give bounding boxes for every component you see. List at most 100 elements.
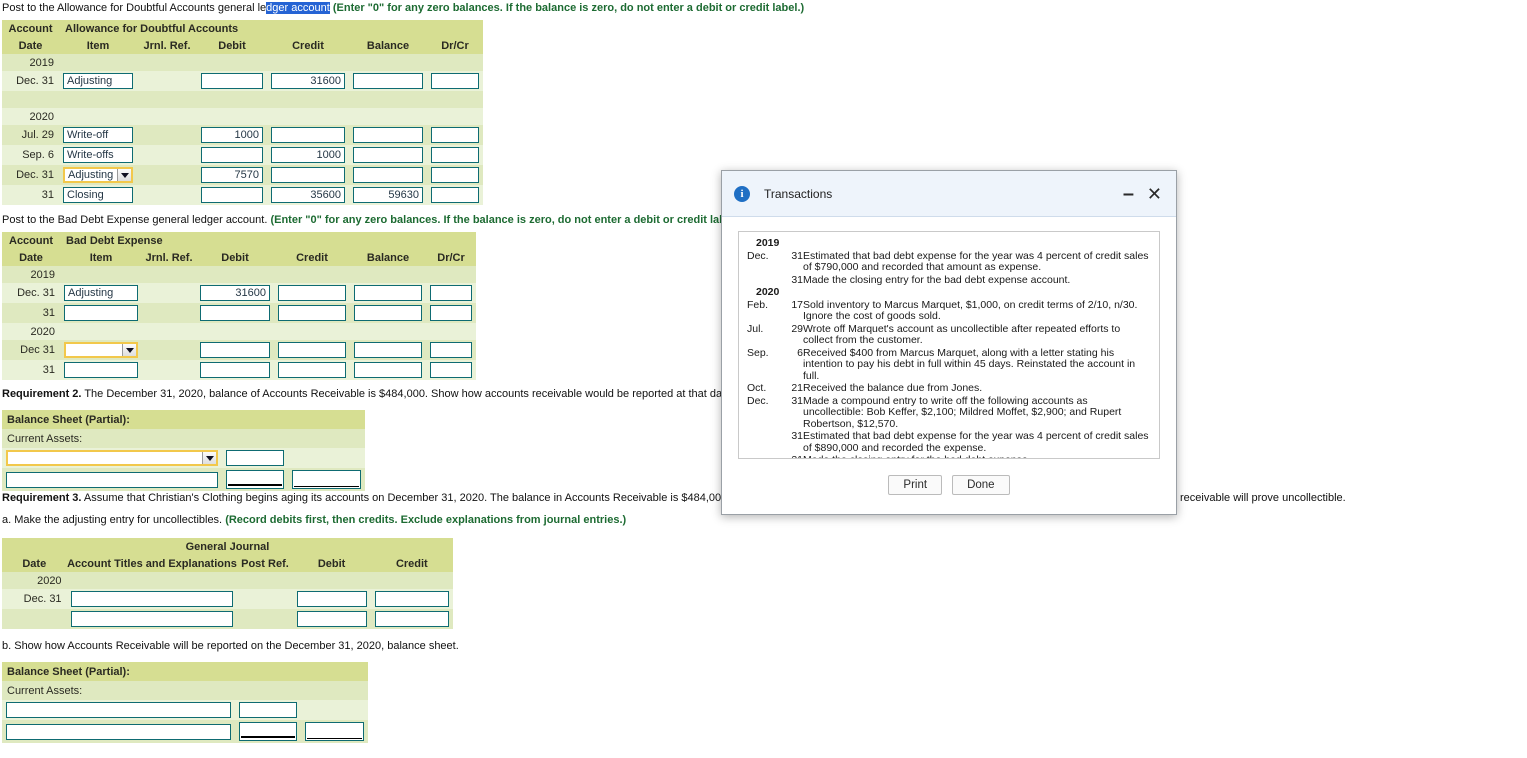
ledger-balance-input[interactable] <box>353 127 423 143</box>
ledger-item-input[interactable] <box>64 305 138 321</box>
ledger-balance-input[interactable] <box>353 167 423 183</box>
ledger-credit-input[interactable] <box>271 127 345 143</box>
ledger-drcr-input[interactable] <box>431 167 479 183</box>
ledger-item-input[interactable]: Write-off <box>63 127 133 143</box>
ledger-credit-input[interactable] <box>278 342 346 358</box>
instruction-line-1: Post to the Allowance for Doubtful Accou… <box>2 2 804 15</box>
txn-month: Jul. <box>747 322 764 335</box>
ledger-credit-input[interactable]: 1000 <box>271 147 345 163</box>
ledger-drcr-input[interactable] <box>430 285 473 301</box>
minimize-icon[interactable]: – <box>1123 184 1134 204</box>
ledger-debit-input[interactable] <box>200 342 270 358</box>
ledger-debit-cell <box>197 185 267 205</box>
bs2-row1-amount-input[interactable] <box>226 450 284 466</box>
ledger-debit-input[interactable] <box>201 147 263 163</box>
ledger-year-row: 2019 <box>2 266 477 283</box>
ledger-item-input[interactable]: Adjusting <box>64 285 138 301</box>
txn-row: 31 Estimated that bad debt expense for th… <box>747 430 1151 455</box>
ledger-credit-cell <box>274 283 350 303</box>
gj-account-input[interactable] <box>70 591 234 607</box>
ledger-drcr-cell <box>427 145 483 165</box>
ledger-balance-input[interactable] <box>354 285 422 301</box>
chevron-down-icon[interactable] <box>122 344 136 356</box>
bs3-row2-label-input[interactable] <box>6 723 231 740</box>
ledger-item-cell: Adjusting <box>59 71 137 91</box>
ledger-balance-input[interactable] <box>353 73 423 89</box>
done-button[interactable]: Done <box>952 475 1010 495</box>
ledger-credit-input[interactable]: 35600 <box>271 187 345 203</box>
bs2-row2-label-input[interactable] <box>6 471 218 488</box>
ledger-credit-input[interactable] <box>278 285 346 301</box>
ledger-debit-input[interactable]: 31600 <box>200 285 270 301</box>
ledger-debit-input[interactable] <box>200 362 270 378</box>
ledger-item-cell: Adjusting <box>60 283 142 303</box>
gj-credit-input[interactable] <box>374 611 449 627</box>
ledger-item-select[interactable]: Adjusting <box>63 167 133 183</box>
ledger-credit-input[interactable] <box>278 362 346 378</box>
ledger-item-input[interactable]: Closing <box>63 187 133 203</box>
ledger-debit-input[interactable] <box>201 73 263 89</box>
txn-year-label: 2019 <box>756 237 780 249</box>
ledger-drcr-input[interactable] <box>431 73 479 89</box>
ledger-item-select[interactable] <box>64 342 138 358</box>
ledger-item-input[interactable]: Adjusting <box>63 73 133 89</box>
gj-debit-input[interactable] <box>296 611 367 627</box>
ledger-credit-input[interactable] <box>278 305 346 321</box>
ledger-balance-cell <box>350 360 426 380</box>
ledger-debit-input[interactable]: 7570 <box>201 167 263 183</box>
bs3-row1-label-input[interactable] <box>6 702 231 718</box>
bs2-row1-account-select[interactable] <box>6 450 218 466</box>
ledger-debit-input[interactable]: 1000 <box>201 127 263 143</box>
bs3-row1-amount-input[interactable] <box>239 702 297 718</box>
chevron-down-icon[interactable] <box>117 169 131 181</box>
ledger-item-cell: Write-off <box>59 125 137 145</box>
ledger-drcr-input[interactable] <box>430 362 473 378</box>
ledger-debit-cell: 1000 <box>197 125 267 145</box>
ledger-item-input[interactable] <box>64 362 138 378</box>
ledger-credit-input[interactable] <box>271 167 345 183</box>
print-button[interactable]: Print <box>888 475 943 495</box>
ledger-balance-input[interactable]: 59630 <box>353 187 423 203</box>
ledger-debit-input[interactable] <box>200 305 270 321</box>
gj-col-date: Date <box>2 555 67 572</box>
ledger-date-cell: 31 <box>41 189 54 201</box>
bs2-row1-amount-cell <box>222 448 288 468</box>
gj-debit-input[interactable] <box>296 591 367 607</box>
ledger-drcr-input[interactable] <box>430 342 473 358</box>
ledger-drcr-input[interactable] <box>431 187 479 203</box>
ledger-entry-row: Jul. 29 Write-off 1000 <box>2 125 483 145</box>
ledger-item-input[interactable]: Write-offs <box>63 147 133 163</box>
ledger-drcr-cell <box>426 340 476 360</box>
gj-account-cell <box>67 609 238 629</box>
ledger-drcr-input[interactable] <box>431 147 479 163</box>
ledger-date-cell: Jul. 29 <box>21 129 54 141</box>
chevron-down-icon[interactable] <box>202 452 216 464</box>
transactions-list-box: 2019 Dec. 31 Estimated that bad debt expens… <box>738 231 1160 459</box>
ledger-credit-cell <box>274 340 350 360</box>
ledger-empty-cell <box>350 323 426 340</box>
ledger-drcr-input[interactable] <box>430 305 473 321</box>
gj-account-cell <box>67 589 238 609</box>
bs2-row2-amount-input[interactable] <box>226 470 284 489</box>
gj-account-input[interactable] <box>70 611 234 627</box>
ledger-jrnlref-cell <box>137 71 197 91</box>
gj-credit-input[interactable] <box>374 591 449 607</box>
gj-col-accounttitlesandexplanations: Account Titles and Explanations <box>66 555 238 572</box>
ledger-balance-input[interactable] <box>354 342 422 358</box>
bs2-row2-label-cell <box>2 468 222 491</box>
gj-empty-cell <box>67 572 238 589</box>
ledger-entry-row: Dec. 31 Adjusting 31600 <box>2 71 483 91</box>
bs3-row2-amount-input[interactable] <box>239 722 297 741</box>
ledger-credit-input[interactable]: 31600 <box>271 73 345 89</box>
ledger-drcr-input[interactable] <box>431 127 479 143</box>
ledger-balance-input[interactable] <box>353 147 423 163</box>
close-icon[interactable]: ✕ <box>1147 185 1162 203</box>
ledger-balance-input[interactable] <box>354 362 422 378</box>
bs2-row2-total-input[interactable] <box>292 470 361 489</box>
dialog-title: Transactions <box>764 186 833 201</box>
requirement-3b-body: b. Show how Accounts Receivable will be … <box>2 640 459 652</box>
bs3-row2-total-input[interactable] <box>305 722 364 741</box>
bs3-row2-amount-wrap <box>237 722 299 741</box>
ledger-balance-input[interactable] <box>354 305 422 321</box>
ledger-debit-input[interactable] <box>201 187 263 203</box>
